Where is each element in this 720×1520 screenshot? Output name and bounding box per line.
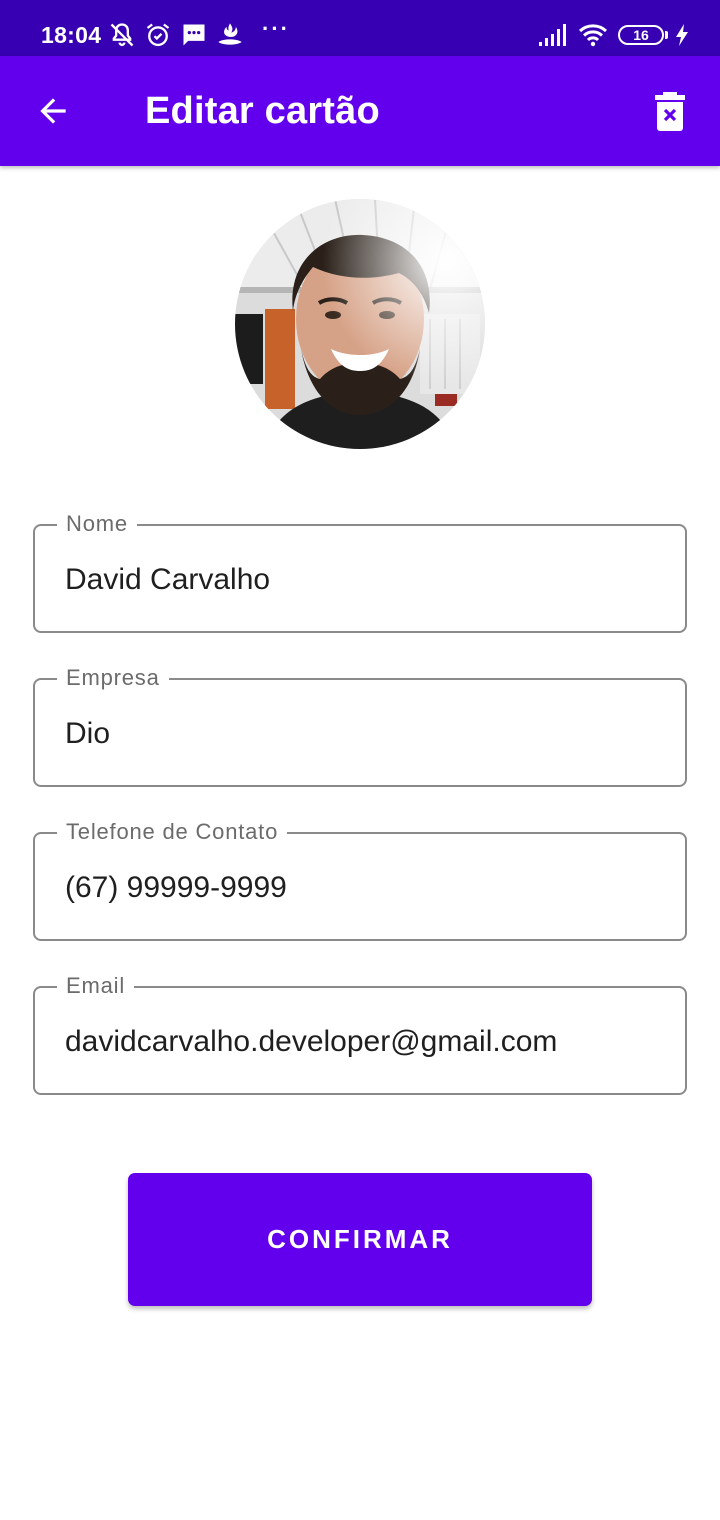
battery-icon: 16 xyxy=(618,25,668,45)
battery-level: 16 xyxy=(633,27,649,43)
profile-photo xyxy=(235,199,485,449)
arrow-back-icon xyxy=(40,98,66,124)
message-icon xyxy=(183,24,205,46)
name-field[interactable]: Nome David Carvalho xyxy=(33,511,687,633)
name-field-label: Nome xyxy=(57,511,137,537)
phone-field[interactable]: Telefone de Contato (67) 99999-9999 xyxy=(33,819,687,941)
page-title: Editar cartão xyxy=(145,90,380,132)
delete-icon xyxy=(655,92,685,131)
phone-field-label: Telefone de Contato xyxy=(57,819,288,845)
back-button[interactable] xyxy=(20,78,86,144)
phone-field-value[interactable]: (67) 99999-9999 xyxy=(65,870,287,906)
santander-flame-icon xyxy=(218,23,242,45)
avatar[interactable] xyxy=(235,199,485,449)
more-notifications-icon: ··· xyxy=(262,16,290,41)
confirm-button[interactable]: CONFIRMAR xyxy=(128,1173,592,1306)
email-field-label: Email xyxy=(57,973,135,999)
status-time: 18:04 xyxy=(41,22,102,48)
mute-bell-icon xyxy=(110,23,134,47)
alarm-icon xyxy=(146,23,170,47)
delete-button[interactable] xyxy=(638,80,702,144)
status-icons-right: 16 xyxy=(528,20,690,50)
name-field-value[interactable]: David Carvalho xyxy=(65,562,270,598)
company-field-label: Empresa xyxy=(57,665,169,691)
email-field[interactable]: Email davidcarvalho.developer@gmail.com xyxy=(33,973,687,1095)
wifi-icon xyxy=(578,24,608,47)
status-icons-left: ··· xyxy=(108,16,290,50)
email-field-value[interactable]: davidcarvalho.developer@gmail.com xyxy=(65,1024,557,1060)
signal-icon xyxy=(539,24,566,46)
app-bar: Editar cartão xyxy=(0,56,720,166)
charging-icon xyxy=(676,24,688,46)
company-field-value[interactable]: Dio xyxy=(65,716,110,752)
company-field[interactable]: Empresa Dio xyxy=(33,665,687,787)
status-bar: 18:04 ··· 16 xyxy=(0,0,720,56)
